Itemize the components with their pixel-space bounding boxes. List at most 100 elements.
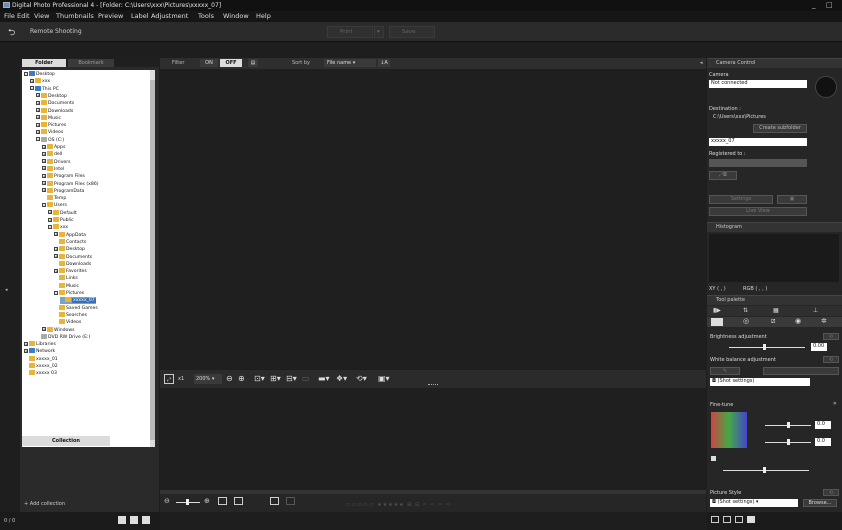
layout-icon[interactable] [270,497,279,505]
tree-node[interactable]: Temp [42,195,66,202]
histogram-header[interactable]: Histogram [707,222,842,232]
tab-bookmark[interactable]: Bookmark [68,59,114,67]
fine-tune-expand-icon[interactable]: » [833,400,837,407]
brightness-value[interactable]: 0.00 [811,343,827,351]
browse-button[interactable]: Browse... [803,499,837,507]
tab-lens-icon[interactable]: ▦ [773,307,779,314]
list-view-icon[interactable] [130,516,138,524]
zoom-out-icon[interactable]: ⊖ [226,374,233,384]
tree-node[interactable]: + Intel [42,165,64,173]
menu-thumbnails[interactable]: Thumbnails [56,12,94,20]
camera-settings-icon[interactable]: ▣ [777,195,807,204]
create-subfolder-button[interactable]: Create subfolder [753,124,807,133]
tree-node[interactable]: xxxxx_02 [24,363,58,370]
expand-icon[interactable]: + [42,327,46,331]
menu-tools[interactable]: Tools [198,12,214,20]
expand-icon[interactable]: + [54,232,58,237]
edit-view-icon[interactable] [735,516,743,523]
expand-icon[interactable]: + [36,100,40,105]
print-dropdown[interactable]: ▾ [374,26,384,38]
zoom-in-icon[interactable]: ⊕ [238,374,245,384]
tree-node[interactable]: + Network [24,348,55,355]
expand-icon[interactable]: + [42,159,46,164]
tree-node[interactable]: + Drivers [42,158,71,166]
tree-node[interactable]: xxxxx_01 [24,355,58,363]
sort-dropdown[interactable]: File name ▾ [324,59,376,67]
save-button[interactable]: Save [389,26,435,38]
add-collection-button[interactable]: + Add collection [24,501,65,507]
small-thumb-icon[interactable] [218,497,227,505]
menu-view[interactable]: View [34,12,49,20]
filter-on-button[interactable]: ON [200,59,218,67]
tab-color-icon[interactable]: ◎ [743,317,749,325]
registered-dropdown[interactable] [709,159,807,167]
brightness-reset[interactable]: ⟲ [823,333,839,340]
expand-icon[interactable]: + [36,115,40,120]
saturation-knob[interactable] [763,467,766,473]
tree-node[interactable]: + AppData [54,231,86,239]
tree-node[interactable]: + Music [36,114,61,122]
filter-off-button[interactable]: OFF [220,59,242,67]
collapse-icon[interactable]: - [24,71,28,76]
tree-node[interactable]: Downloads [54,260,91,268]
collapse-icon[interactable]: - [48,224,52,229]
maximize-button[interactable]: □ [826,1,833,9]
expand-icon[interactable]: + [42,151,46,156]
collapse-right-icon[interactable]: ◂ [700,60,703,66]
fine-tune-knob1[interactable] [787,422,790,428]
expand-icon[interactable]: + [36,93,40,98]
menu-window[interactable]: Window [223,12,249,20]
settings-button[interactable]: Settings [709,195,773,204]
tab-basic-icon[interactable]: ▮▶ [713,307,721,314]
expand-icon[interactable]: + [54,246,58,251]
tree-node[interactable]: Searches [54,311,87,319]
color-wheel[interactable] [711,412,747,448]
camera-view-icon[interactable] [747,516,755,523]
camera-control-header[interactable]: Camera Control [707,58,842,68]
highlight-icon[interactable]: ▭ [302,374,310,384]
collapse-left-icon[interactable]: ◂ [5,287,8,293]
wb-presets[interactable] [763,367,839,375]
tab-settings-icon[interactable]: ✲ [821,317,827,325]
grid-overlay-icon[interactable]: ⊞▾ [270,374,281,384]
expand-icon[interactable]: + [36,108,40,112]
fine-tune-knob2[interactable] [787,439,790,445]
tree-node[interactable]: Videos [54,319,81,326]
expand-icon[interactable]: + [42,188,46,193]
display-mode-icon[interactable]: ▣▾ [378,374,390,384]
brightness-knob[interactable] [763,344,766,350]
tab-curve-icon[interactable]: ⧄ [771,317,775,326]
rating-icons[interactable]: ▭▭▭▭▭ ★★★★★ ⊞ ⊟ ⇦ ⇨ ⇦ ⇨ [346,502,451,508]
tree-node[interactable]: Contacts [54,238,86,246]
expand-icon[interactable]: + [54,268,58,273]
splitter-handle[interactable] [428,384,438,385]
horizontal-scrollbar[interactable] [160,490,706,494]
expand-icon[interactable]: + [24,341,28,346]
menu-help[interactable]: Help [256,12,271,20]
filmstrip-view-icon[interactable] [142,516,150,524]
fine-tune-checkbox[interactable] [711,456,716,461]
tab-collection[interactable]: Collection [22,436,110,446]
tree-node[interactable]: + xxx [30,78,50,85]
menu-adjustment[interactable]: Adjustment [151,12,188,20]
tree-node[interactable]: + Windows [42,326,75,334]
tree-node[interactable]: + Desktop [36,92,67,100]
tree-node[interactable]: + Documents [36,100,74,107]
collapse-icon[interactable]: - [54,290,58,295]
tree-node[interactable]: Saved Games [54,304,98,312]
tree-scrollbar[interactable] [150,70,155,486]
tree-node[interactable]: + Program Files (x86) [42,180,99,188]
print-button[interactable]: Print [327,26,373,38]
image-view[interactable] [160,69,706,369]
picture-style-reset[interactable]: ⟲ [823,489,839,496]
tab-output-icon[interactable]: ⊥ [813,307,818,314]
tree-node[interactable]: + Favorites [54,268,87,275]
wb-picker-icon[interactable]: ✎ [710,367,740,375]
fine-tune-value2[interactable]: 0.0 [815,438,831,446]
wb-reset[interactable]: ⟲ [823,356,839,363]
expand-icon[interactable]: + [54,254,58,258]
tab-crop-icon[interactable]: ⇅ [743,307,748,314]
rotate-icon[interactable]: ⟲▾ [356,374,367,384]
color-icon[interactable]: ❖▾ [336,374,347,384]
thumb-size-knob[interactable] [186,499,189,505]
